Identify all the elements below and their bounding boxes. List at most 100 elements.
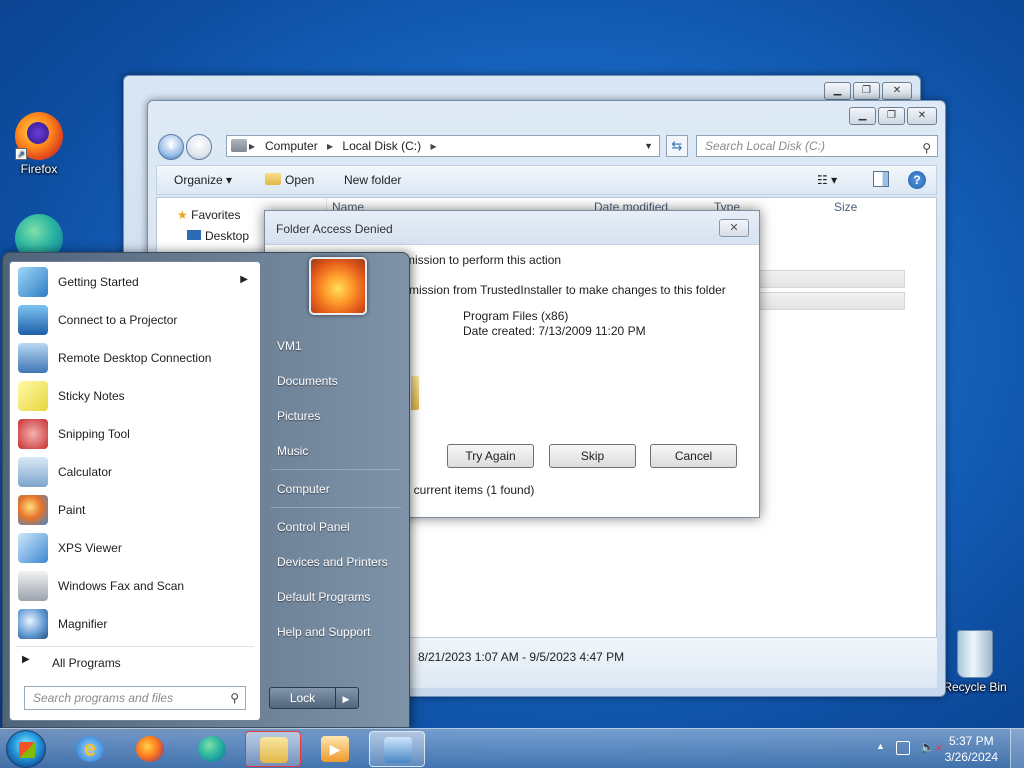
clock[interactable]: 5:37 PM 3/26/2024 [945,733,998,765]
user-avatar[interactable] [309,257,367,315]
desktop-icon-label: Recycle Bin [943,680,1007,694]
command-bar: Organize ▾ Open New folder ☷ ▾ ? [156,165,937,195]
program-calculator[interactable]: Calculator [14,454,256,490]
right-item-documents[interactable]: Documents [269,366,409,396]
dialog-title: Folder Access Denied [265,211,759,245]
program-magnifier[interactable]: Magnifier [14,606,256,642]
address-row: ‹ ▸ Computer ▸ Local Disk (C:) ▸ ▼ ⇆ Sea… [156,133,938,160]
start-menu-right-pane: VM1 Documents Pictures Music Computer Co… [263,253,409,727]
start-menu: Getting Started ▶ Connect to a Projector… [2,252,410,728]
clock-date: 3/26/2024 [944,750,998,764]
dialog-detail: rmission from TrustedInstaller to make c… [405,283,726,297]
program-xps-viewer[interactable]: XPS Viewer [14,530,256,566]
apply-to-all-checkbox-label[interactable]: ll current items (1 found) [405,483,534,497]
program-remote-desktop[interactable]: Remote Desktop Connection [14,340,256,376]
preview-pane-icon[interactable] [873,171,889,187]
right-item-music[interactable]: Music [269,436,409,466]
program-connect-to-projector[interactable]: Connect to a Projector [14,302,256,338]
desktop-icon-firefox[interactable]: ↗ Firefox [4,112,74,176]
star-icon: ★ [177,208,188,222]
desktop-icon-recycle-bin[interactable]: Recycle Bin [940,630,1010,694]
taskbar-firefox[interactable] [122,731,178,767]
cancel-button[interactable]: Cancel [650,444,737,468]
program-fax-and-scan[interactable]: Windows Fax and Scan [14,568,256,604]
taskbar: e ▶ ▲ 🔈✕ 5:37 PM 3/26/2024 [0,728,1024,768]
taskbar-remote-desktop[interactable] [369,731,425,767]
remote-desktop-icon [18,343,48,373]
internet-explorer-icon: e [76,736,104,762]
open-button[interactable]: Open [265,173,314,187]
xps-viewer-icon [18,533,48,563]
minimize-button[interactable]: ▁ [824,82,851,100]
taskbar-windows-explorer[interactable] [245,731,301,767]
search-icon: ⚲ [230,691,239,705]
start-button[interactable] [6,730,46,768]
media-player-icon: ▶ [321,736,349,762]
recycle-bin-icon [957,630,993,678]
maximize-button[interactable]: ❐ [878,107,905,125]
start-search-input[interactable]: Search programs and files ⚲ [24,686,246,710]
breadcrumb-computer[interactable]: Computer [265,139,318,153]
nav-desktop[interactable]: Desktop [187,229,249,243]
all-programs-button[interactable]: ▶ All Programs [14,650,256,674]
program-snipping-tool[interactable]: Snipping Tool [14,416,256,452]
view-options-button[interactable]: ☷ ▾ [817,173,837,187]
refresh-button[interactable]: ⇆ [666,135,688,157]
table-row[interactable] [757,292,905,310]
right-item-control-panel[interactable]: Control Panel [269,512,409,542]
network-icon[interactable] [896,741,910,755]
taskbar-edge[interactable] [184,731,240,767]
organize-button[interactable]: Organize ▾ [174,173,232,187]
chevron-up-icon[interactable]: ▲ [876,741,885,751]
chevron-right-icon: ▶ [240,274,248,285]
lock-button[interactable]: Lock ▶ [269,687,359,709]
close-button[interactable]: ✕ [907,107,937,125]
right-item-help-support[interactable]: Help and Support [269,617,409,647]
right-item-computer[interactable]: Computer [269,474,409,504]
forward-button[interactable] [186,134,212,160]
close-button[interactable]: ✕ [882,82,912,100]
search-input[interactable]: Search Local Disk (C:) ⚲ [696,135,938,157]
program-paint[interactable]: Paint [14,492,256,528]
show-desktop-button[interactable] [1010,729,1024,768]
back-button[interactable]: ‹ [158,134,184,160]
projector-icon [18,305,48,335]
skip-button[interactable]: Skip [549,444,636,468]
divider [16,646,254,647]
volume-muted-icon[interactable]: 🔈✕ [920,740,943,754]
remote-desktop-icon [384,737,412,763]
program-getting-started[interactable]: Getting Started ▶ [14,264,256,300]
folder-icon [265,173,281,185]
right-item-devices-printers[interactable]: Devices and Printers [269,547,409,577]
fax-icon [18,571,48,601]
taskbar-media-player[interactable]: ▶ [307,731,363,767]
column-size[interactable]: Size [834,200,857,214]
details-date-range: 8/21/2023 1:07 AM - 9/5/2023 4:47 PM [418,650,625,664]
folder-icon [411,376,419,410]
right-item-default-programs[interactable]: Default Programs [269,582,409,612]
breadcrumb-local-disk[interactable]: Local Disk (C:) [342,139,421,153]
try-again-button[interactable]: Try Again [447,444,534,468]
address-bar[interactable]: ▸ Computer ▸ Local Disk (C:) ▸ ▼ [226,135,660,157]
help-icon[interactable]: ? [908,171,926,189]
magnifier-icon [18,609,48,639]
right-item-user[interactable]: VM1 [269,331,409,361]
scissors-icon [18,419,48,449]
paint-palette-icon [18,495,48,525]
search-placeholder: Search programs and files [33,691,174,705]
new-folder-button[interactable]: New folder [344,173,401,187]
program-sticky-notes[interactable]: Sticky Notes [14,378,256,414]
right-item-pictures[interactable]: Pictures [269,401,409,431]
minimize-button[interactable]: ▁ [849,107,876,125]
chevron-down-icon[interactable]: ▼ [644,136,653,156]
chevron-right-icon: ▸ [430,139,437,153]
sticky-notes-icon [18,381,48,411]
close-button[interactable]: ✕ [719,219,749,237]
nav-favorites[interactable]: ★ Favorites [177,208,240,222]
divider [271,507,401,508]
edge-icon [198,736,226,762]
table-row[interactable] [757,270,905,288]
taskbar-internet-explorer[interactable]: e [62,731,118,767]
chevron-right-icon[interactable]: ▶ [336,689,356,709]
maximize-button[interactable]: ❐ [853,82,880,100]
